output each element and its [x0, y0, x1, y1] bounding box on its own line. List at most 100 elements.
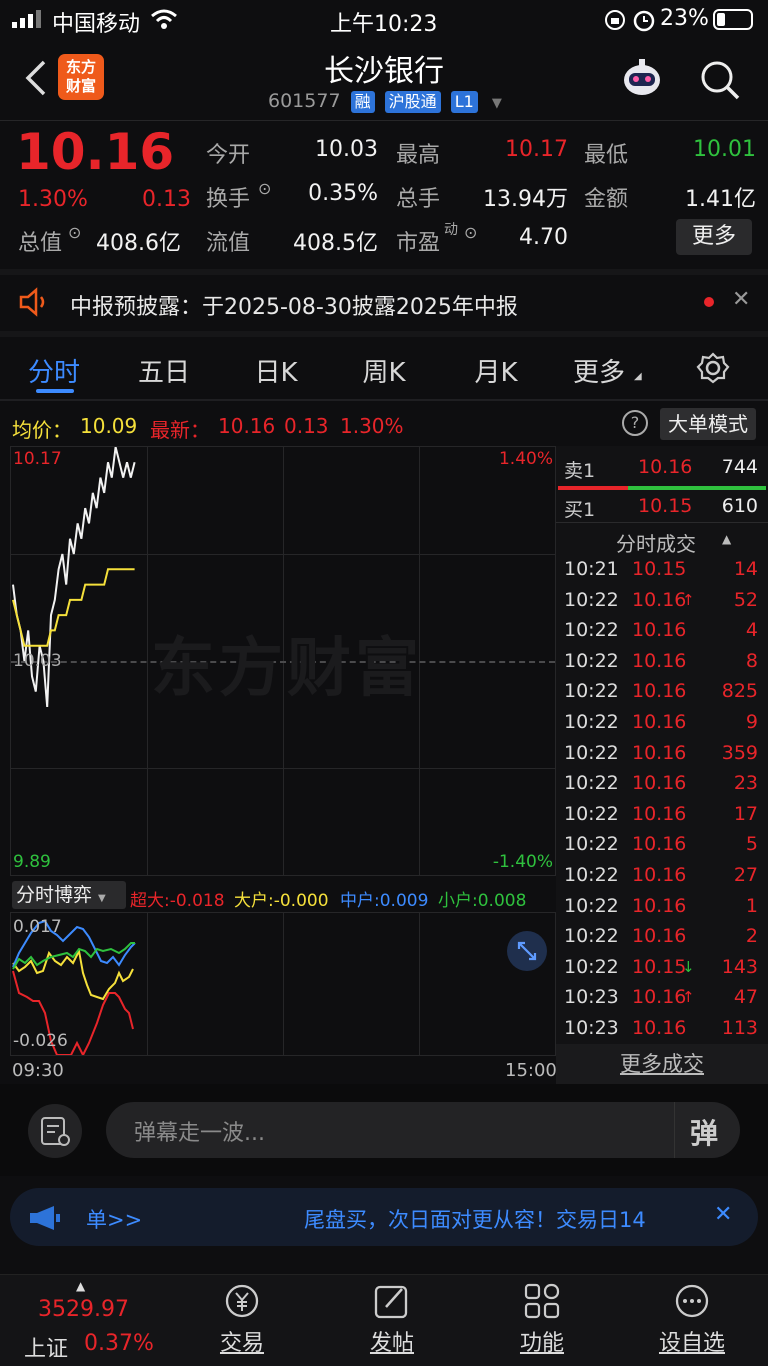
- avg-value: 10.09: [80, 414, 138, 438]
- rotation-lock-icon: [605, 10, 625, 30]
- app-root: 中国移动 上午10:23 23% 东方 财富 长沙银行 601577 融 沪股通…: [0, 0, 768, 1366]
- nav-add-watchlist[interactable]: 设自选: [646, 1281, 738, 1361]
- trade-price: 10.16: [632, 772, 687, 795]
- unread-dot: [704, 297, 714, 307]
- help-icon[interactable]: ?: [622, 410, 648, 436]
- trade-volume: 8: [745, 649, 758, 672]
- nav-function[interactable]: 功能: [496, 1281, 588, 1361]
- price-lines: [12, 447, 136, 707]
- trade-row: 10:22 10.16 ↑ 52: [556, 585, 768, 615]
- index-ticker[interactable]: ▲ 3529.97 上证 0.37%: [0, 1275, 168, 1366]
- tag-margin: 融: [350, 90, 375, 113]
- tab-month-k[interactable]: 月K: [456, 352, 536, 389]
- grid-apps-icon: [524, 1283, 560, 1319]
- trade-price: 10.16: [632, 925, 687, 948]
- latest-percent: 1.30%: [340, 414, 404, 438]
- trade-volume: 52: [733, 588, 758, 611]
- tab-intraday[interactable]: 分时: [14, 352, 94, 389]
- volume-label: 总手: [396, 187, 441, 212]
- change-amount: 0.13: [142, 187, 191, 212]
- latest-price: 10.16: [218, 414, 276, 438]
- notice-bar[interactable]: 中报预披露：于2025-08-30披露2025年中报 ✕: [0, 275, 768, 331]
- settings-gear-icon[interactable]: [696, 351, 730, 385]
- more-quote-button[interactable]: 更多: [676, 219, 752, 255]
- trade-volume: 143: [721, 955, 758, 978]
- trade-volume: 27: [733, 864, 758, 886]
- sub-chart-selector[interactable]: 分时博弈 ▼: [12, 881, 126, 909]
- robot-assistant-icon[interactable]: [620, 56, 664, 100]
- index-name: 上证: [24, 1337, 69, 1362]
- trade-time: 10:22: [564, 802, 619, 825]
- sort-up-icon[interactable]: ▲: [722, 532, 731, 546]
- signal-icon: [12, 10, 41, 28]
- nav-trade[interactable]: 交易: [196, 1281, 288, 1361]
- trade-time: 10:22: [564, 588, 619, 611]
- flow-lines: [12, 919, 136, 1055]
- edit-post-icon: [374, 1285, 408, 1319]
- info-icon[interactable]: ⊙: [258, 179, 271, 198]
- game-flow-chart[interactable]: 0.017 -0.026: [10, 912, 556, 1056]
- legend-label: 中户:: [340, 891, 380, 911]
- big-order-mode-button[interactable]: 大单模式: [660, 408, 756, 440]
- close-icon[interactable]: ✕: [732, 287, 750, 312]
- trade-row: 10:23 10.16 113: [556, 1013, 768, 1043]
- danmu-input[interactable]: 弹幕走一波... 弹: [106, 1102, 740, 1158]
- tab-day-k[interactable]: 日K: [236, 352, 316, 389]
- time-axis-start: 09:30: [12, 1060, 64, 1081]
- turnover-label: 换手: [206, 187, 251, 212]
- clock: 上午10:23: [330, 12, 438, 37]
- trade-price: 10.16: [632, 741, 687, 764]
- speaker-icon: [19, 287, 45, 317]
- expand-button[interactable]: [507, 931, 547, 971]
- trade-row: 10:23 10.16 ↑ 47: [556, 982, 768, 1012]
- quote-panel: 10.16 1.30% 0.13 总值 ⊙ 408.6亿 今开 10.03 最高…: [0, 121, 768, 269]
- nav-add-watchlist-label: 设自选: [658, 1331, 725, 1356]
- trade-price: 10.16: [632, 802, 687, 825]
- battery-percent: 23%: [660, 6, 709, 31]
- index-percent: 0.37%: [84, 1331, 154, 1356]
- tab-more[interactable]: 更多: [562, 352, 636, 389]
- avg-label: 均价：: [12, 418, 72, 442]
- danmu-list-button[interactable]: [28, 1104, 82, 1158]
- current-price: 10.16: [16, 123, 175, 181]
- trade-row: 10:22 10.16 4: [556, 615, 768, 645]
- trade-volume: 2: [745, 925, 758, 948]
- wifi-icon: [151, 9, 177, 29]
- bottom-nav: ▲ 3529.97 上证 0.37% 交易 发帖 功能 设自选: [0, 1274, 768, 1366]
- trade-time: 10:21: [564, 558, 619, 580]
- trade-price: 10.16: [632, 833, 687, 856]
- nav-post[interactable]: 发帖: [346, 1281, 438, 1361]
- stock-code: 601577: [268, 90, 341, 112]
- info-icon[interactable]: ⊙: [464, 223, 477, 242]
- trade-row: 10:22 10.16 1: [556, 891, 768, 921]
- trade-price: 10.16: [632, 711, 687, 733]
- trade-row: 10:22 10.16 8: [556, 646, 768, 676]
- tag-stock-connect: 沪股通: [384, 90, 441, 113]
- more-trades-button[interactable]: 更多成交: [556, 1044, 768, 1084]
- promo-left-text: 单>>: [86, 1208, 143, 1232]
- turnover-value: 0.35%: [308, 181, 378, 206]
- trades-title[interactable]: 分时成交: [616, 528, 696, 557]
- tab-five-day[interactable]: 五日: [124, 352, 204, 389]
- arrow-up-icon: ↑: [682, 590, 695, 609]
- promo-banner[interactable]: 单>> 尾盘买，次日面对更从容！交易日14 ✕: [10, 1188, 758, 1246]
- tab-week-k[interactable]: 周K: [344, 352, 424, 389]
- nav-trade-label: 交易: [219, 1331, 264, 1356]
- status-bar: 中国移动 上午10:23 23%: [0, 0, 768, 40]
- trade-volume: 9: [745, 711, 758, 733]
- legend-medium: 中户:0.009: [340, 886, 428, 911]
- trade-time: 10:22: [564, 619, 619, 642]
- intraday-chart[interactable]: 东方财富 10.17 10.03 9.89 1.40% -1.40%: [10, 446, 556, 876]
- header: 东方 财富 长沙银行 601577 融 沪股通 L1 ▼: [0, 40, 768, 120]
- nav-post-label: 发帖: [369, 1331, 414, 1356]
- total-value: 408.6亿: [96, 231, 181, 256]
- close-icon[interactable]: ✕: [714, 1202, 732, 1227]
- high-label: 最高: [396, 143, 441, 168]
- trade-price: 10.16: [632, 986, 687, 1009]
- more-dots-icon: [675, 1284, 709, 1318]
- danmu-toggle-icon[interactable]: 弹: [690, 1112, 718, 1152]
- search-icon[interactable]: [698, 58, 742, 102]
- stock-code-row[interactable]: 601577 融 沪股通 L1 ▼: [268, 90, 502, 113]
- info-icon[interactable]: ⊙: [68, 223, 81, 242]
- trade-time: 10:22: [564, 833, 619, 856]
